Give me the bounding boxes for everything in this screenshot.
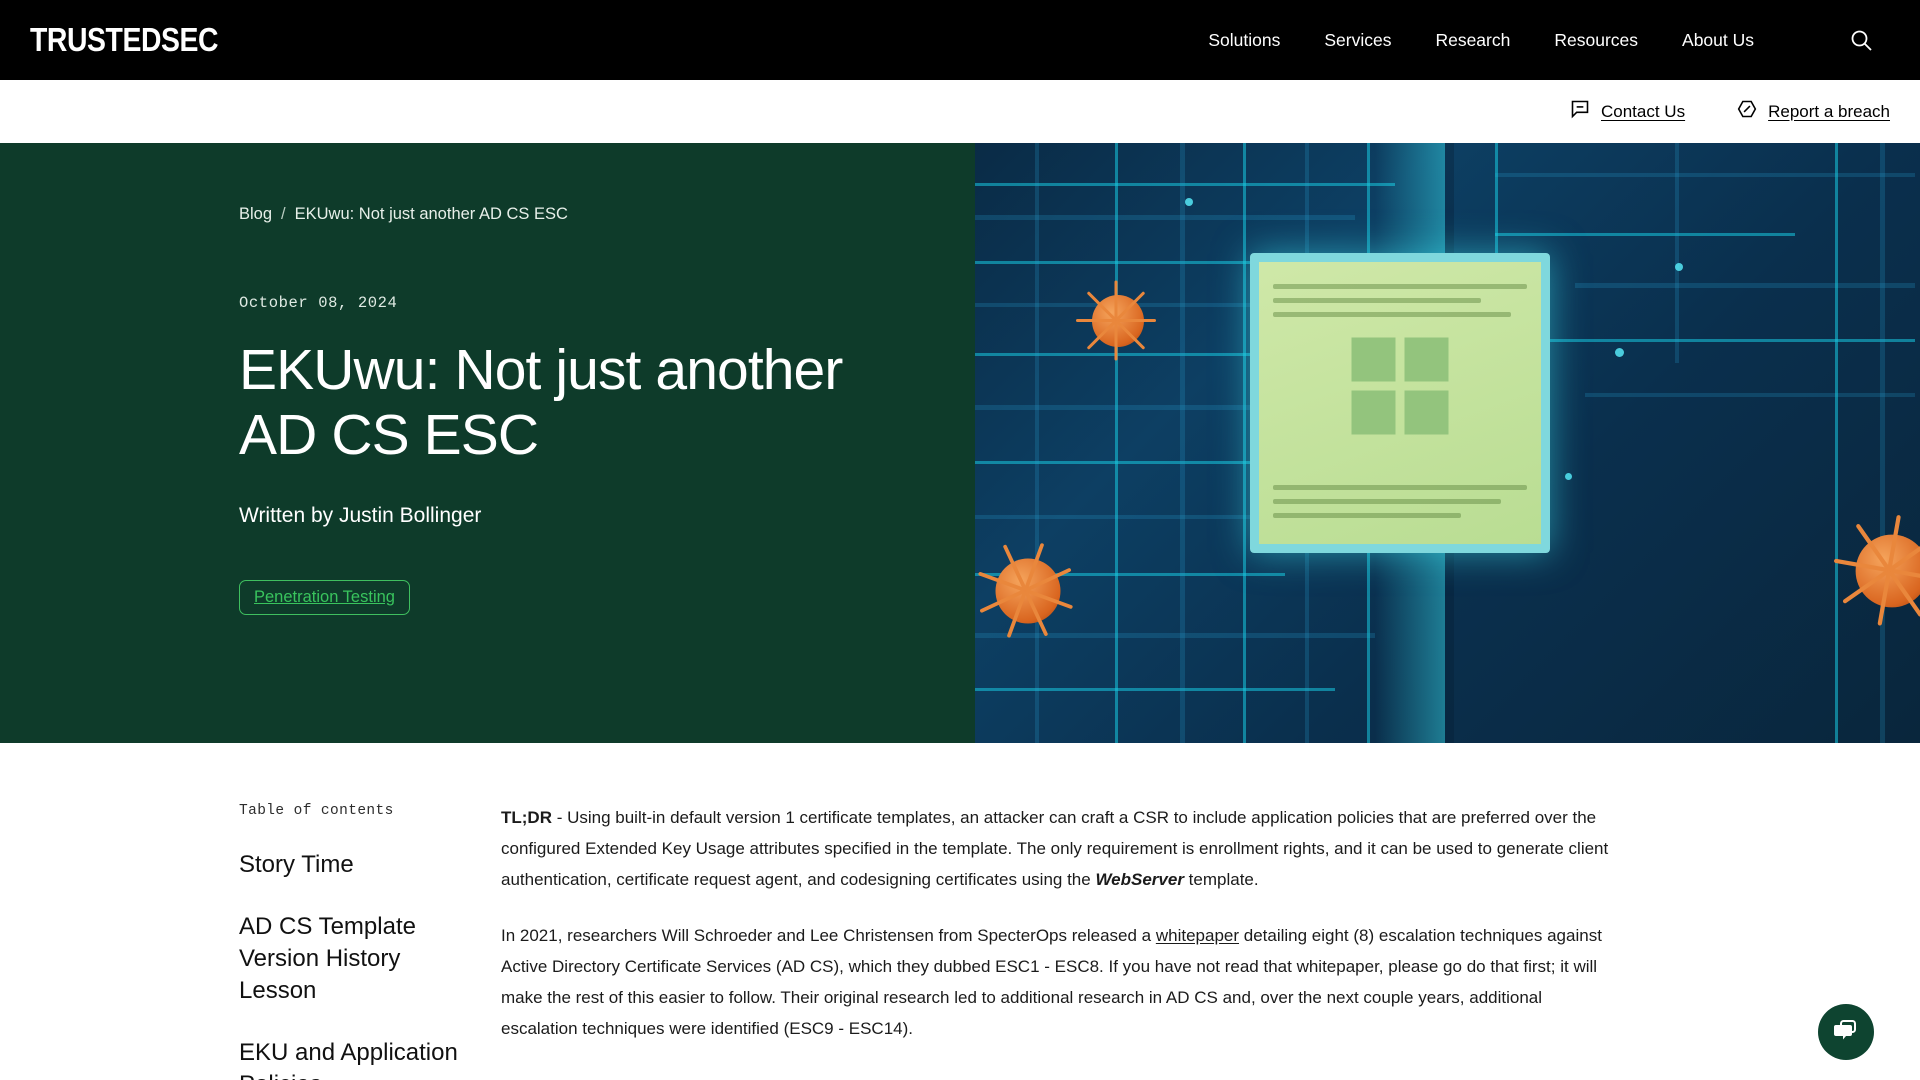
contact-us-link[interactable]: Contact Us	[1570, 99, 1685, 124]
paragraph-tldr: TL;DR - Using built-in default version 1…	[501, 803, 1621, 896]
contact-us-label: Contact Us	[1601, 101, 1686, 121]
webserver-emphasis: WebServer	[1095, 869, 1184, 889]
toc-item-story-time[interactable]: Story Time	[239, 849, 481, 881]
breadcrumb-current: EKUwu: Not just another AD CS ESC	[294, 205, 568, 223]
post-author: Written by Justin Bollinger	[239, 503, 482, 527]
hero-section: Blog / EKUwu: Not just another AD CS ESC…	[0, 143, 1920, 743]
toc-item-eku-and-application-policies[interactable]: EKU and Application Policies	[239, 1037, 481, 1080]
chip-screen	[1250, 253, 1550, 553]
post-date: October 08, 2024	[239, 294, 398, 312]
chat-widget-button[interactable]	[1818, 1004, 1874, 1060]
breadcrumb-blog[interactable]: Blog	[239, 205, 272, 224]
category-tag-penetration-testing[interactable]: Penetration Testing	[239, 579, 410, 616]
chat-bubbles-icon	[1832, 1016, 1860, 1049]
nav-item-services[interactable]: Services	[1324, 30, 1391, 51]
report-breach-label: Report a breach	[1768, 101, 1890, 121]
windows-logo-icon	[1351, 337, 1449, 435]
nav-item-research[interactable]: Research	[1435, 30, 1510, 51]
search-icon[interactable]	[1848, 27, 1874, 53]
report-breach-link[interactable]: Report a breach	[1737, 99, 1890, 124]
virus-icon	[1825, 504, 1920, 638]
nav-item-solutions[interactable]: Solutions	[1208, 30, 1280, 51]
chat-bubble-icon	[1570, 99, 1590, 124]
whitepaper-link[interactable]: whitepaper	[1156, 926, 1239, 945]
tldr-text-part1: - Using built-in default version 1 certi…	[501, 808, 1609, 889]
utility-bar: Contact Us Report a breach	[0, 80, 1920, 143]
nav-item-about-us[interactable]: About Us	[1682, 30, 1754, 51]
virus-icon	[1070, 273, 1166, 369]
background-text-part1: In 2021, researchers Will Schroeder and …	[501, 925, 1156, 945]
tldr-label: TL;DR	[501, 808, 552, 827]
breadcrumb: Blog / EKUwu: Not just another AD CS ESC	[239, 205, 935, 224]
hero-image	[975, 143, 1920, 743]
alert-hexagon-icon	[1737, 99, 1757, 124]
virus-icon	[975, 531, 1088, 651]
top-navigation-bar: TRUSTEDSEC Solutions Services Research R…	[0, 0, 1920, 80]
article-section: Table of contents Story Time AD CS Templ…	[0, 743, 1920, 1080]
tldr-text-part2: template.	[1183, 869, 1259, 889]
site-logo[interactable]: TRUSTEDSEC	[30, 21, 219, 59]
circuit-board-artwork	[975, 143, 1920, 743]
nav-item-resources[interactable]: Resources	[1554, 30, 1638, 51]
main-nav: Solutions Services Research Resources Ab…	[1208, 27, 1892, 53]
page-title: EKUwu: Not just another AD CS ESC	[239, 338, 843, 467]
paragraph-background: In 2021, researchers Will Schroeder and …	[501, 921, 1621, 1045]
breadcrumb-separator: /	[281, 205, 286, 223]
article-body: TL;DR - Using built-in default version 1…	[501, 803, 1621, 1080]
toc-label: Table of contents	[239, 803, 394, 819]
hero-text-column: Blog / EKUwu: Not just another AD CS ESC…	[0, 143, 975, 743]
toc-item-ad-cs-template-version-history-lesson[interactable]: AD CS Template Version History Lesson	[239, 911, 481, 1007]
table-of-contents: Table of contents Story Time AD CS Templ…	[239, 803, 501, 1080]
